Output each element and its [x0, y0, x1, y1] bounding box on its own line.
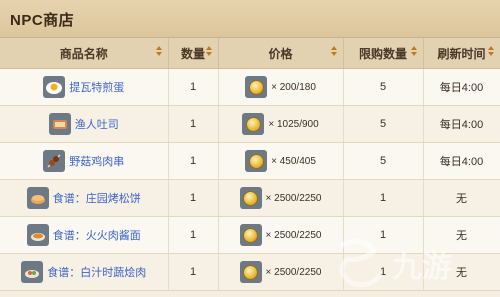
- sort-arrows-icon[interactable]: [410, 46, 417, 58]
- item-name-link[interactable]: 提瓦特煎蛋: [69, 79, 124, 95]
- limit-cell: 1: [343, 216, 424, 254]
- table-row: 食谱：火火肉酱面 1 × 2500/2250 1 无: [0, 216, 500, 254]
- limit-cell: 5: [343, 68, 424, 106]
- title-bar: NPC商店: [0, 0, 500, 38]
- refresh-cell: 无: [423, 216, 500, 254]
- refresh-cell: 无: [423, 253, 500, 291]
- fried-egg-icon[interactable]: [43, 76, 66, 98]
- limit-cell: 5: [343, 142, 424, 180]
- price-cell: × 450/405: [218, 142, 344, 180]
- refresh-cell: 每日4:00: [423, 105, 500, 143]
- price-text: × 1025/900: [268, 118, 319, 130]
- item-name-cell: 食谱：火火肉酱面: [0, 216, 169, 254]
- column-header-name[interactable]: 商品名称: [0, 38, 169, 69]
- item-name-link[interactable]: 食谱：庄园烤松饼: [53, 190, 141, 206]
- item-name-cell: 野菇鸡肉串: [0, 142, 169, 180]
- item-name-cell: 食谱：庄园烤松饼: [0, 179, 169, 217]
- toast-icon[interactable]: [48, 113, 71, 135]
- column-header-qty[interactable]: 数量: [168, 38, 219, 69]
- mora-coin-icon[interactable]: [242, 113, 265, 135]
- refresh-cell: 每日4:00: [423, 68, 500, 106]
- price-text: × 2500/2250: [265, 266, 322, 278]
- item-name-link[interactable]: 渔人吐司: [75, 116, 119, 132]
- item-name-cell: 提瓦特煎蛋: [0, 68, 169, 106]
- quantity-cell: 1: [168, 68, 219, 106]
- page-title: NPC商店: [10, 12, 75, 29]
- mora-coin-icon[interactable]: [239, 261, 262, 283]
- price-cell: × 2500/2250: [218, 253, 344, 291]
- column-header-refresh[interactable]: 刷新时间: [423, 38, 500, 69]
- table-row: 渔人吐司 1 × 1025/900 5 每日4:00: [0, 105, 500, 143]
- price-cell: × 1025/900: [218, 105, 344, 143]
- table-row: 提瓦特煎蛋 1 × 200/180 5 每日4:00: [0, 68, 500, 106]
- table-header-row: 商品名称 数量 价格 限购数量 刷新时间: [0, 38, 500, 69]
- price-text: × 450/405: [271, 155, 316, 167]
- recipe-ham-icon[interactable]: [26, 224, 49, 246]
- quantity-cell: 1: [168, 253, 219, 291]
- refresh-cell: 无: [423, 179, 500, 217]
- item-name-cell: 食谱：白汁时蔬烩肉: [0, 253, 169, 291]
- price-text: × 200/180: [271, 81, 316, 93]
- sort-arrows-icon[interactable]: [487, 46, 494, 58]
- recipe-pancake-icon[interactable]: [26, 187, 49, 209]
- quantity-cell: 1: [168, 105, 219, 143]
- quantity-cell: 1: [168, 216, 219, 254]
- sort-arrows-icon[interactable]: [330, 46, 337, 58]
- refresh-cell: 每日4:00: [423, 142, 500, 180]
- table-row: 食谱：庄园烤松饼 1 × 2500/2250 1 无: [0, 179, 500, 217]
- sort-arrows-icon[interactable]: [155, 46, 162, 58]
- price-text: × 2500/2250: [265, 229, 322, 241]
- mora-coin-icon[interactable]: [245, 76, 268, 98]
- price-cell: × 2500/2250: [218, 179, 344, 217]
- shop-table: 商品名称 数量 价格 限购数量 刷新时间 提瓦特煎蛋 1 × 200/180 5 每日4…: [0, 38, 500, 291]
- price-cell: × 200/180: [218, 68, 344, 106]
- sort-arrows-icon[interactable]: [205, 46, 212, 58]
- mora-coin-icon[interactable]: [239, 224, 262, 246]
- item-name-link[interactable]: 食谱：火火肉酱面: [53, 227, 141, 243]
- recipe-stew-icon[interactable]: [21, 261, 44, 283]
- limit-cell: 1: [343, 253, 424, 291]
- mora-coin-icon[interactable]: [239, 187, 262, 209]
- limit-cell: 5: [343, 105, 424, 143]
- quantity-cell: 1: [168, 179, 219, 217]
- table-row: 食谱：白汁时蔬烩肉 1 × 2500/2250 1 无: [0, 253, 500, 291]
- item-name-link[interactable]: 野菇鸡肉串: [69, 153, 124, 169]
- mora-coin-icon[interactable]: [245, 150, 268, 172]
- price-cell: × 2500/2250: [218, 216, 344, 254]
- column-header-limit[interactable]: 限购数量: [343, 38, 424, 69]
- skewer-icon[interactable]: [43, 150, 66, 172]
- table-row: 野菇鸡肉串 1 × 450/405 5 每日4:00: [0, 142, 500, 180]
- price-text: × 2500/2250: [265, 192, 322, 204]
- limit-cell: 1: [343, 179, 424, 217]
- column-header-price[interactable]: 价格: [218, 38, 344, 69]
- item-name-link[interactable]: 食谱：白汁时蔬烩肉: [47, 264, 146, 280]
- quantity-cell: 1: [168, 142, 219, 180]
- item-name-cell: 渔人吐司: [0, 105, 169, 143]
